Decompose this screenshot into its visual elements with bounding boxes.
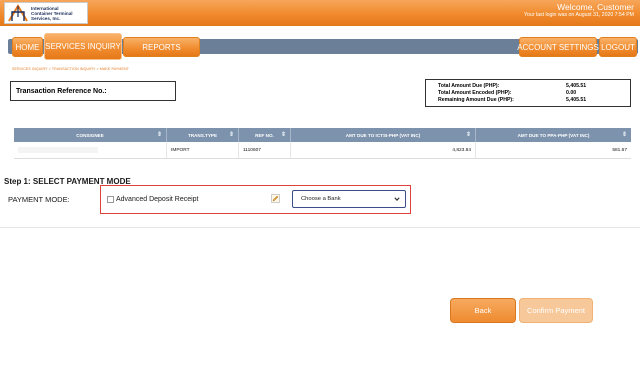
welcome-text: Welcome, Customer	[557, 2, 634, 12]
totals-value: 0.00	[566, 90, 577, 96]
cell-amt-ppa: 581.67	[612, 147, 627, 153]
nav-home[interactable]: HOME	[12, 37, 43, 57]
totals-value: 5,405.51	[566, 83, 587, 89]
sort-icon: ⇕	[280, 132, 286, 138]
column-header-trans-type[interactable]: TRANS.TYPE ⇕	[167, 128, 239, 142]
payment-mode-box: Advanced Deposit Receipt Choose a Bank	[100, 185, 411, 214]
chevron-down-icon	[394, 197, 400, 202]
company-logo[interactable]: International Container Terminal Service…	[4, 2, 88, 24]
transaction-reference-box: Transaction Reference No.:	[10, 81, 176, 101]
welcome-area: Welcome, Customer Your last login was on…	[524, 2, 634, 19]
column-header-label: TRANS.TYPE	[187, 132, 218, 138]
cell-ref-no: 1110607	[239, 142, 291, 158]
sort-icon: ⇕	[621, 132, 627, 138]
last-login-text: Your last login was on August 31, 2020 7…	[524, 12, 634, 18]
nav-reports[interactable]: REPORTS	[123, 37, 200, 57]
column-header-consignee[interactable]: CONSIGNEE ⇕	[14, 128, 167, 142]
totals-box: Total Amount Due (PHP): 5,405.51 Total A…	[425, 79, 631, 107]
nav-services-inquiry[interactable]: SERVICES INQUIRY	[44, 33, 122, 60]
total-amount-due-row: Total Amount Due (PHP): 5,405.51	[438, 83, 630, 90]
advanced-deposit-checkbox[interactable]	[107, 196, 114, 203]
confirm-payment-button[interactable]: Confirm Payment	[519, 298, 593, 323]
edit-icon[interactable]	[271, 194, 280, 203]
totals-label: Total Amount Encoded (PHP):	[438, 90, 512, 96]
nav-logout[interactable]: LOGOUT	[599, 37, 637, 57]
payment-table: CONSIGNEE ⇕ TRANS.TYPE ⇕ REF NO. ⇕ AMT D…	[14, 128, 631, 159]
column-header-label: AMT DUE TO ICTSI-PHP (VAT INC)	[345, 132, 421, 138]
column-header-amt-ppa[interactable]: AMT DUE TO PPA-PHP (VAT INC) ⇕	[476, 128, 631, 142]
section-divider	[0, 227, 640, 228]
column-header-label: CONSIGNEE	[76, 132, 104, 138]
cell-amt-ictsi: 4,823.84	[291, 142, 476, 158]
transaction-reference-label: Transaction Reference No.:	[16, 87, 107, 95]
cell-consignee	[14, 142, 167, 158]
back-button[interactable]: Back	[450, 298, 516, 323]
column-header-ref-no[interactable]: REF NO. ⇕	[239, 128, 291, 142]
sort-icon: ⇕	[228, 132, 234, 138]
app: International Container Terminal Service…	[0, 0, 640, 367]
top-header: International Container Terminal Service…	[0, 0, 640, 26]
bank-select[interactable]: Choose a Bank	[292, 190, 406, 208]
totals-label: Remaining Amount Due (PHP):	[438, 97, 514, 103]
totals-value: 5,405.51	[566, 97, 587, 103]
column-header-label: REF NO.	[255, 132, 274, 138]
column-header-label: AMT DUE TO PPA-PHP (VAT INC)	[517, 132, 590, 138]
payment-mode-label: PAYMENT MODE:	[8, 195, 70, 204]
table-row: IMPORT 1110607 4,823.84 581.67	[14, 142, 631, 159]
table-header: CONSIGNEE ⇕ TRANS.TYPE ⇕ REF NO. ⇕ AMT D…	[14, 128, 631, 142]
column-header-amt-ictsi[interactable]: AMT DUE TO ICTSI-PHP (VAT INC) ⇕	[291, 128, 476, 142]
cell-trans-type: IMPORT	[167, 142, 239, 158]
remaining-amount-due-row: Remaining Amount Due (PHP): 5,405.51	[438, 97, 630, 104]
totals-label: Total Amount Due (PHP):	[438, 83, 500, 89]
sort-icon: ⇕	[465, 132, 471, 138]
crane-logo-icon	[8, 4, 28, 22]
logo-text: International Container Terminal Service…	[31, 5, 73, 21]
advanced-deposit-label[interactable]: Advanced Deposit Receipt	[116, 196, 199, 203]
total-amount-encoded-row: Total Amount Encoded (PHP): 0.00	[438, 90, 630, 97]
consignee-value	[18, 147, 98, 153]
breadcrumb[interactable]: SERVICES INQUIRY > TRANSACTION INQUIRY >…	[12, 67, 129, 71]
bank-select-value: Choose a Bank	[301, 196, 341, 202]
sort-icon: ⇕	[156, 132, 162, 138]
nav-account-settings[interactable]: ACCOUNT SETTINGS	[517, 37, 599, 57]
